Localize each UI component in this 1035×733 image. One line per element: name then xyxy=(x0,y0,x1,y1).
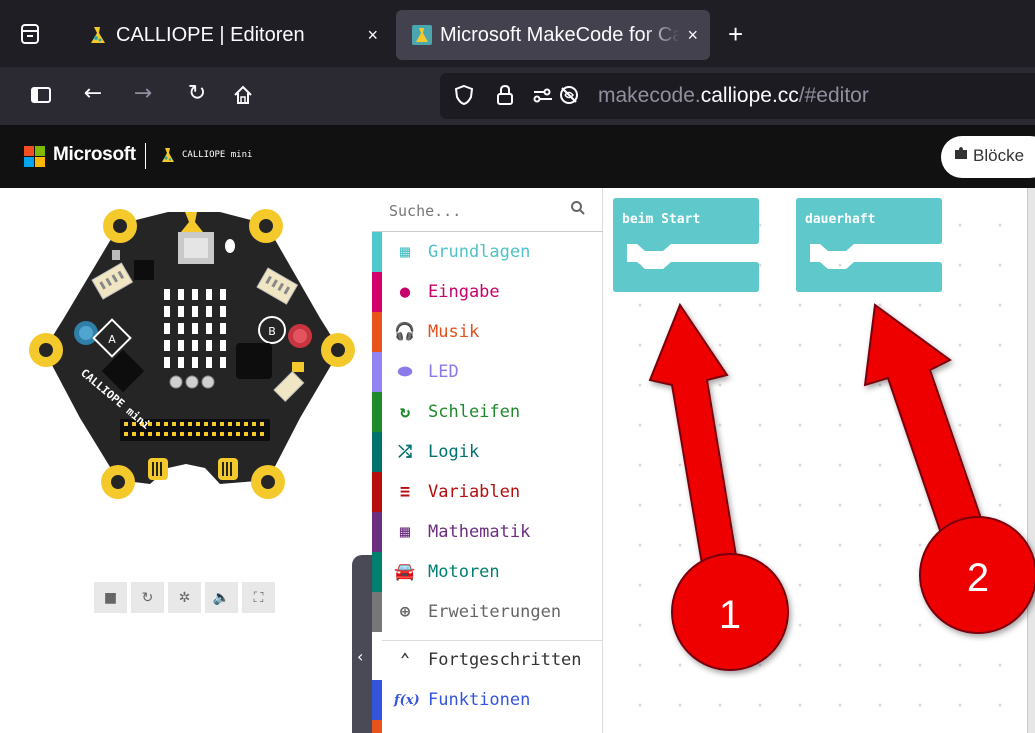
new-tab-button[interactable]: + xyxy=(728,19,743,50)
toolbox-category-motoren[interactable]: 🚘 Motoren xyxy=(372,552,603,592)
lock-icon[interactable] xyxy=(496,84,514,111)
browser-tab-bar: CALLIOPE | Editoren × Microsoft MakeCode… xyxy=(0,0,1035,67)
toolbox-category-erweiterungen[interactable]: ⊕ Erweiterungen xyxy=(372,592,603,632)
category-icon: ⊕ xyxy=(399,602,411,622)
tab-close-icon[interactable]: × xyxy=(687,25,698,46)
category-label: Fortgeschritten xyxy=(428,650,582,670)
toolbox-category-schleifen[interactable]: ↻ Schleifen xyxy=(372,392,603,432)
category-label: Motoren xyxy=(428,562,500,582)
tab-title: CALLIOPE | Editoren xyxy=(116,23,305,46)
category-icon: ≡ xyxy=(399,482,411,502)
status-led xyxy=(225,239,235,253)
microsoft-logo-icon[interactable] xyxy=(24,146,46,168)
toolbox-category-advanced[interactable]: ⌃ Fortgeschritten xyxy=(372,640,603,680)
blocks-workspace[interactable]: beim Start dauerhaft xyxy=(603,188,1035,733)
stop-icon[interactable]: ■ xyxy=(94,582,127,613)
category-label: Mathematik xyxy=(428,522,531,542)
fullscreen-icon[interactable]: ⛶ xyxy=(242,582,275,613)
blocks-toggle-button[interactable]: Blöcke xyxy=(941,136,1035,178)
makecode-favicon-icon xyxy=(412,25,432,45)
url-bar[interactable]: makecode.calliope.cc/#editor xyxy=(440,73,1035,119)
category-label: Variablen xyxy=(428,482,521,502)
collapse-simulator-button[interactable]: ‹ xyxy=(352,555,374,733)
category-icon: ⤮ xyxy=(398,442,412,462)
url-prefix: makecode. xyxy=(598,84,701,107)
permissions-icon[interactable] xyxy=(532,84,554,111)
block-label: beim Start xyxy=(622,212,701,227)
browser-nav-bar: ← → ↻ makecode.calliope.cc/#editor xyxy=(0,67,1035,125)
toolbox-category-funktionen[interactable]: f(x) Funktionen xyxy=(372,680,603,720)
category-label: LED xyxy=(428,362,459,382)
category-label: Logik xyxy=(428,442,480,462)
search-input[interactable]: Suche... xyxy=(389,202,461,220)
toolbox-category-mathematik[interactable]: ▦ Mathematik xyxy=(372,512,603,552)
workspace-scrollbar[interactable] xyxy=(1027,188,1035,733)
reload-icon[interactable]: ↻ xyxy=(182,81,212,106)
button-a-label: A xyxy=(108,333,116,346)
header-divider xyxy=(145,143,146,169)
category-icon: 🚘 xyxy=(394,562,416,582)
category-icon: ⬬ xyxy=(397,362,413,382)
url-text[interactable]: makecode.calliope.cc/#editor xyxy=(598,84,869,108)
calliope-logo-icon xyxy=(162,148,174,162)
browser-tab-makecode[interactable]: Microsoft MakeCode for Calliope mini × xyxy=(396,10,710,60)
toolbox-category-led[interactable]: ⬬ LED xyxy=(372,352,603,392)
category-icon: ↻ xyxy=(399,402,411,422)
puzzle-icon xyxy=(954,146,968,165)
block-label: dauerhaft xyxy=(805,212,876,227)
browser-tab-calliope-editoren[interactable]: CALLIOPE | Editoren × xyxy=(72,10,390,60)
tracking-blocked-icon[interactable] xyxy=(558,84,580,111)
blocks-toggle-label: Blöcke xyxy=(973,146,1025,165)
calliope-brand[interactable]: CALLIOPE mini xyxy=(160,147,252,163)
category-icon: ▦ xyxy=(399,522,411,542)
toolbox-category-next[interactable] xyxy=(372,720,603,733)
sidebar-toggle-icon[interactable] xyxy=(26,81,56,112)
back-arrow-icon[interactable]: ← xyxy=(78,81,108,106)
makecode-header: Microsoft CALLIOPE mini Blöcke xyxy=(0,125,1035,188)
search-icon[interactable] xyxy=(570,200,586,220)
microsoft-label[interactable]: Microsoft xyxy=(53,144,136,166)
toolbox-category-eingabe[interactable]: ● Eingabe xyxy=(372,272,603,312)
url-path: /#editor xyxy=(798,84,869,107)
function-icon: f(x) xyxy=(394,692,420,708)
toolbox: Suche... ▦ Grundlagen ● Eingabe 🎧 Musik ⬬ LED ↻ S… xyxy=(372,188,603,733)
home-icon[interactable] xyxy=(228,81,258,112)
simulator-panel: A B CALLIOPE mini ■ ↻ ✲ 🔈 ⛶ xyxy=(0,188,372,733)
category-label: Schleifen xyxy=(428,402,521,422)
tab-title: Microsoft MakeCode for Calliope mini xyxy=(440,23,680,46)
url-domain: calliope.cc xyxy=(700,84,799,107)
category-label: Grundlagen xyxy=(428,242,531,262)
simulator-toolbar: ■ ↻ ✲ 🔈 ⛶ xyxy=(94,582,275,613)
category-label: Musik xyxy=(428,322,480,342)
on-start-block[interactable]: beim Start xyxy=(613,198,759,294)
tab-close-icon[interactable]: × xyxy=(367,25,378,46)
toolbox-category-logik[interactable]: ⤮ Logik xyxy=(372,432,603,472)
product-label: CALLIOPE mini xyxy=(182,150,253,160)
debug-icon[interactable]: ✲ xyxy=(168,582,201,613)
calliope-board[interactable]: A B CALLIOPE mini xyxy=(0,188,372,518)
chevron-left-icon: ‹ xyxy=(357,647,364,666)
category-label: Erweiterungen xyxy=(428,602,562,622)
toolbox-category-grundlagen[interactable]: ▦ Grundlagen xyxy=(372,232,603,272)
chevron-up-icon: ⌃ xyxy=(399,650,411,670)
category-icon: 🎧 xyxy=(394,322,416,342)
tab-list-icon[interactable] xyxy=(18,22,46,50)
button-b-label: B xyxy=(268,325,276,338)
forward-arrow-icon[interactable]: → xyxy=(128,81,158,106)
sound-icon[interactable]: 🔈 xyxy=(205,582,238,613)
calliope-favicon-icon xyxy=(88,25,108,45)
toolbox-category-musik[interactable]: 🎧 Musik xyxy=(372,312,603,352)
restart-icon[interactable]: ↻ xyxy=(131,582,164,613)
category-label: Eingabe xyxy=(428,282,500,302)
category-icon: ▦ xyxy=(399,242,411,262)
toolbox-search[interactable]: Suche... xyxy=(372,188,603,232)
shield-icon[interactable] xyxy=(454,84,474,111)
category-label: Funktionen xyxy=(428,690,531,710)
forever-block[interactable]: dauerhaft xyxy=(796,198,942,294)
category-icon: ● xyxy=(399,282,411,302)
toolbox-category-variablen[interactable]: ≡ Variablen xyxy=(372,472,603,512)
